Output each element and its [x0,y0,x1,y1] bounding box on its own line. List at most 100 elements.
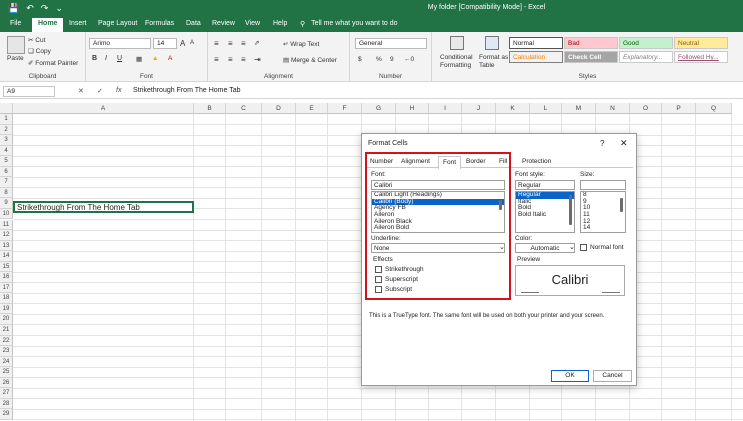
cancel-icon[interactable]: ✕ [78,87,84,95]
column-header-f[interactable]: F [328,103,362,114]
percent-button[interactable]: % [376,56,382,63]
row-header-29[interactable]: 29 [0,409,13,420]
indent-icon[interactable]: ⇥ [254,55,261,64]
orientation-icon[interactable]: ⇗ [254,39,259,47]
row-header-18[interactable]: 18 [0,293,13,304]
cut-button[interactable]: Cut [35,37,45,44]
style-explanatory[interactable]: Explanatory... [619,51,673,63]
font-list-option[interactable]: Aileron Bold [372,225,504,232]
row-header-20[interactable]: 20 [0,314,13,325]
row-header-9[interactable]: 9 [0,198,13,209]
subscript-checkbox[interactable] [375,286,382,293]
font-name-box[interactable]: Arimo [89,38,151,49]
align-bottom-icon[interactable]: ≡ [241,39,246,48]
tab-formulas[interactable]: Formulas [145,20,174,27]
row-header-25[interactable]: 25 [0,367,13,378]
select-all-corner[interactable] [0,103,13,114]
style-calculation[interactable]: Calculation [509,51,563,63]
name-box[interactable]: A9 [3,86,55,97]
tab-insert[interactable]: Insert [69,20,87,27]
superscript-checkbox[interactable] [375,276,382,283]
row-header-26[interactable]: 26 [0,377,13,389]
merge-center-button[interactable]: Merge & Center [291,57,337,64]
format-as-table-label[interactable]: Format as [479,54,508,61]
column-header-d[interactable]: D [262,103,296,114]
column-header-h[interactable]: H [396,103,429,114]
column-header-b[interactable]: B [194,103,226,114]
font-style-scrollbar[interactable] [568,193,573,231]
tab-review[interactable]: Review [212,20,235,27]
conditional-formatting-label[interactable]: Conditional [440,54,473,61]
column-header-e[interactable]: E [296,103,328,114]
row-header-21[interactable]: 21 [0,325,13,336]
align-right-icon[interactable]: ≡ [241,55,246,64]
font-color-icon[interactable]: A [168,55,172,62]
row-header-13[interactable]: 13 [0,240,13,252]
font-list-scrollbar[interactable] [498,193,503,231]
color-select[interactable]: Automatic [515,243,575,253]
format-as-table-icon[interactable] [485,36,499,50]
font-style-option[interactable]: Bold Italic [516,211,574,219]
color-chevron-down-icon[interactable]: ⌄ [569,243,575,251]
format-painter-button[interactable]: Format Painter [35,60,78,67]
close-icon[interactable]: ✕ [620,138,628,149]
conditional-formatting-icon[interactable] [450,36,464,50]
row-header-5[interactable]: 5 [0,156,13,167]
column-header-o[interactable]: O [630,103,662,114]
fill-color-icon[interactable]: ▲ [152,55,158,62]
align-left-icon[interactable]: ≡ [214,55,219,64]
column-header-q[interactable]: Q [696,103,732,114]
font-input[interactable]: Calibri [371,180,505,190]
tell-me-box[interactable]: ⚲ Tell me what you want to do [300,20,398,28]
column-header-l[interactable]: L [530,103,562,114]
comma-button[interactable]: 9 [390,56,394,63]
paste-button[interactable]: Paste [7,55,24,62]
column-header-m[interactable]: M [562,103,596,114]
tab-file[interactable]: File [10,20,21,27]
formula-input[interactable]: Strikethrough From The Home Tab [133,87,241,94]
row-header-17[interactable]: 17 [0,282,13,294]
row-header-4[interactable]: 4 [0,145,13,157]
column-header-p[interactable]: P [662,103,696,114]
size-input[interactable] [580,180,626,190]
tab-help[interactable]: Help [273,20,287,27]
tab-page-layout[interactable]: Page Layout [98,20,137,27]
size-list[interactable]: 8 9 10 11 12 14 [580,191,626,233]
row-header-3[interactable]: 3 [0,135,13,146]
conditional-formatting-label-2[interactable]: Formatting [440,62,471,69]
underline-chevron-down-icon[interactable]: ⌄ [499,243,505,251]
row-header-23[interactable]: 23 [0,346,13,357]
tab-view[interactable]: View [245,20,260,27]
column-header-n[interactable]: N [596,103,630,114]
active-cell-a9[interactable]: Strikethrough From The Home Tab [13,201,194,213]
align-top-icon[interactable]: ≡ [214,39,219,48]
column-header-a[interactable]: A [13,103,194,114]
row-header-19[interactable]: 19 [0,303,13,315]
currency-button[interactable]: $ [358,56,362,63]
row-header-14[interactable]: 14 [0,251,13,262]
column-header-k[interactable]: K [496,103,530,114]
normal-font-checkbox[interactable] [580,244,587,251]
grow-font-button[interactable]: A [180,39,185,48]
style-normal[interactable]: Normal [509,37,563,49]
superscript-label[interactable]: Superscript [385,276,418,283]
row-header-11[interactable]: 11 [0,219,13,231]
row-header-22[interactable]: 22 [0,335,13,347]
number-format-box[interactable]: General [355,38,427,49]
style-good[interactable]: Good [619,37,673,49]
format-as-table-label-2[interactable]: Table [479,62,495,69]
cancel-button[interactable]: Cancel [593,370,632,382]
column-header-c[interactable]: C [226,103,262,114]
copy-button[interactable]: Copy [36,48,51,55]
row-header-8[interactable]: 8 [0,187,13,199]
subscript-label[interactable]: Subscript [385,286,412,293]
strikethrough-label[interactable]: Strikethrough [385,266,424,273]
insert-function-icon[interactable]: fx [116,87,121,94]
underline-select[interactable]: None [371,243,505,253]
row-header-28[interactable]: 28 [0,398,13,410]
row-header-27[interactable]: 27 [0,388,13,399]
normal-font-label[interactable]: Normal font [590,244,624,251]
row-header-24[interactable]: 24 [0,356,13,368]
borders-icon[interactable]: ▦ [136,55,142,63]
bold-button[interactable]: B [92,55,97,62]
